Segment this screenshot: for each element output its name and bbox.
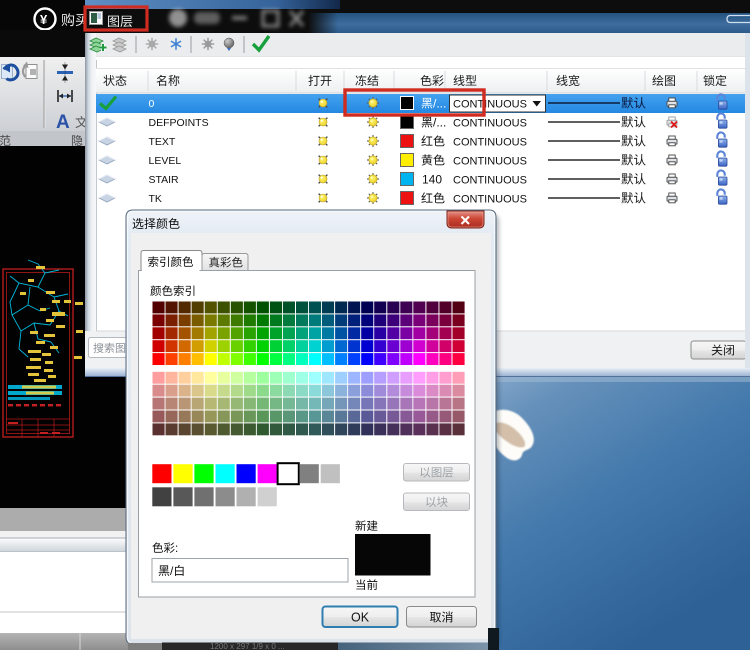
- svg-text:CONTINUOUS: CONTINUOUS: [453, 137, 527, 149]
- svg-text:TK: TK: [149, 193, 162, 205]
- svg-text:CONTINUOUS: CONTINUOUS: [453, 118, 527, 130]
- svg-text:/...: /...: [433, 97, 446, 111]
- svg-text:LEVEL: LEVEL: [149, 155, 182, 167]
- svg-text:TEXT: TEXT: [149, 136, 176, 148]
- svg-text:A: A: [56, 112, 70, 133]
- svg-text:¥: ¥: [40, 12, 48, 27]
- svg-text:STAIR: STAIR: [149, 174, 180, 186]
- svg-text::: :: [175, 543, 178, 555]
- svg-text:0: 0: [149, 98, 155, 110]
- svg-text:CONTINUOUS: CONTINUOUS: [453, 156, 527, 168]
- svg-text:140: 140: [422, 173, 442, 187]
- svg-text:CONTINUOUS: CONTINUOUS: [453, 194, 527, 206]
- svg-text:1200 x 297 1/9 x 0 ...: 1200 x 297 1/9 x 0 ...: [210, 642, 285, 650]
- svg-text:CONTINUOUS: CONTINUOUS: [453, 175, 527, 187]
- svg-text:/...: /...: [433, 116, 446, 130]
- svg-text:OK: OK: [351, 611, 370, 625]
- svg-text:DEFPOINTS: DEFPOINTS: [149, 117, 209, 129]
- svg-text:CONTINUOUS: CONTINUOUS: [453, 99, 527, 111]
